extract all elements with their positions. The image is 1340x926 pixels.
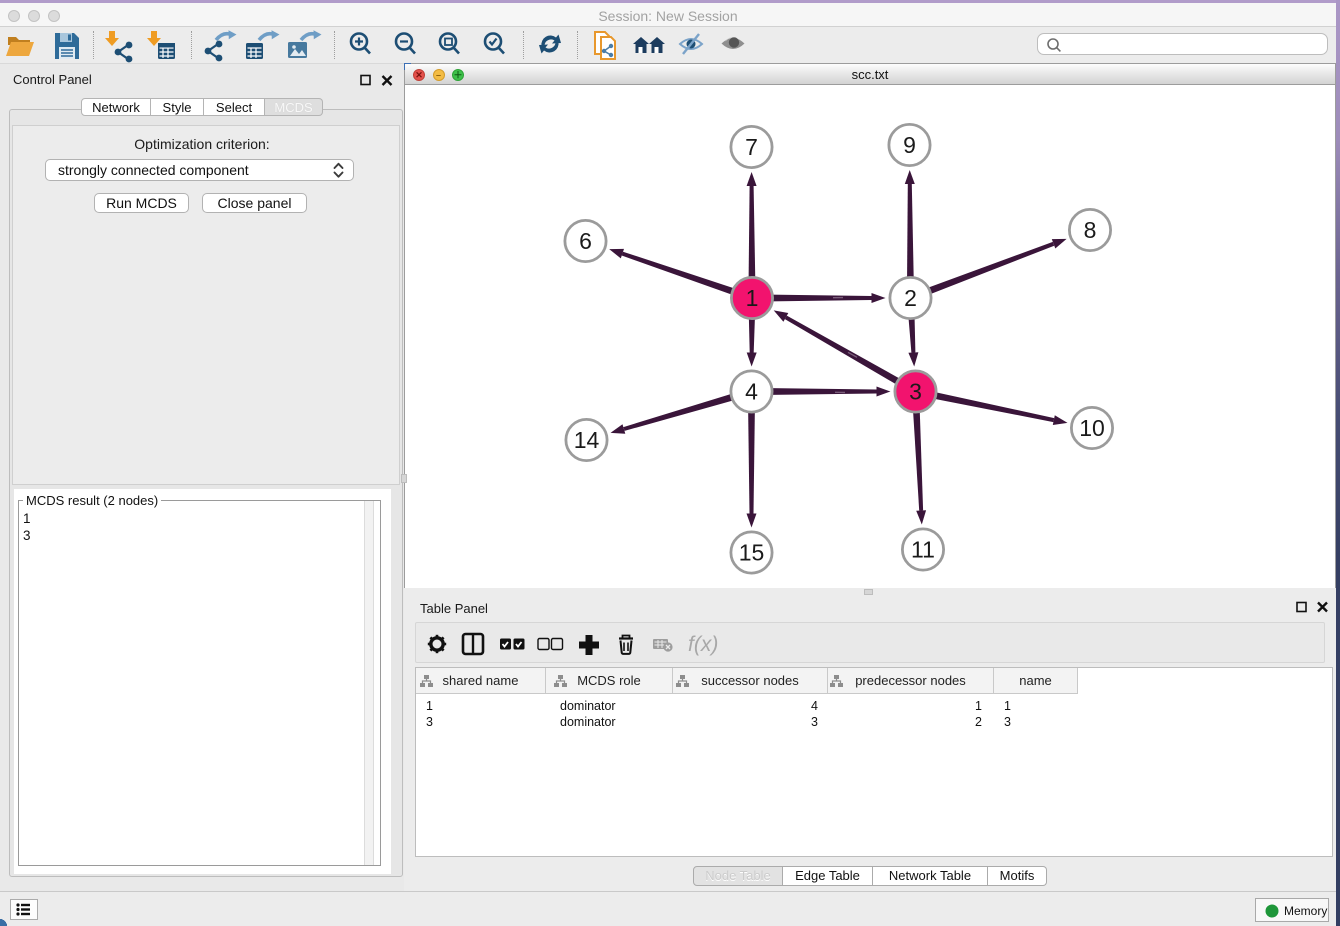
svg-text:4: 4 [745,379,758,405]
svg-text:8: 8 [1084,217,1097,243]
svg-text:15: 15 [739,540,765,566]
svg-text:14: 14 [574,427,600,453]
svg-text:3: 3 [909,379,922,405]
svg-text:1: 1 [746,285,759,311]
svg-text:11: 11 [911,537,935,563]
svg-text:10: 10 [1079,415,1105,441]
svg-text:f(x): f(x) [688,633,718,656]
svg-text:9: 9 [903,132,916,158]
svg-text:7: 7 [745,134,758,160]
svg-text:6: 6 [579,228,592,254]
svg-text:2: 2 [904,285,917,311]
